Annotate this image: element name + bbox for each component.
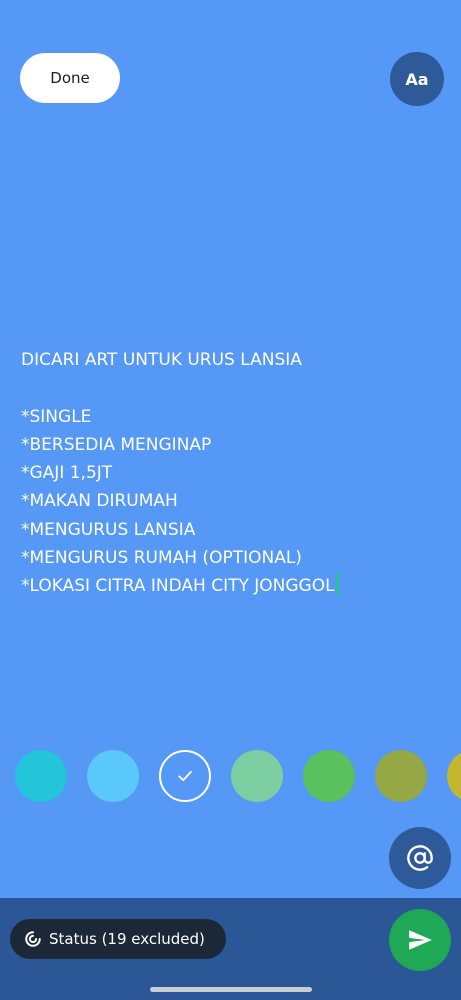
status-text-line: *MENGURUS LANSIA	[21, 519, 196, 540]
color-swatch[interactable]	[375, 750, 427, 802]
font-style-label: Aa	[405, 69, 429, 89]
send-arrow-icon	[409, 930, 432, 950]
color-swatch[interactable]	[447, 750, 461, 802]
color-swatch[interactable]	[303, 750, 355, 802]
at-sign-icon	[407, 845, 433, 871]
home-indicator	[150, 987, 312, 992]
audience-selector[interactable]: Status (19 excluded)	[10, 919, 226, 959]
status-ring-icon	[24, 930, 42, 948]
text-cursor	[335, 573, 338, 596]
color-swatch[interactable]	[159, 750, 211, 802]
font-style-button[interactable]: Aa	[390, 52, 444, 106]
done-button[interactable]: Done	[20, 53, 120, 103]
status-text-line: DICARI ART UNTUK URUS LANSIA	[21, 350, 302, 370]
bottom-bar: Status (19 excluded)	[0, 898, 461, 1000]
status-text-line: *BERSEDIA MENGINAP	[21, 434, 212, 455]
audience-label: Status (19 excluded)	[49, 930, 205, 948]
color-swatch[interactable]	[87, 750, 139, 802]
status-text-line: *MENGURUS RUMAH (OPTIONAL)	[21, 548, 302, 569]
status-text-line: *LOKASI CITRA INDAH CITY JONGGOL	[21, 576, 335, 597]
color-palette	[0, 749, 461, 803]
send-button[interactable]	[389, 909, 451, 971]
color-swatch[interactable]	[15, 750, 67, 802]
status-text-line: *MAKAN DIRUMAH	[21, 491, 178, 512]
check-icon	[178, 770, 192, 782]
status-text-editor[interactable]: DICARI ART UNTUK URUS LANSIA *SINGLE *BE…	[21, 346, 451, 601]
color-swatch[interactable]	[231, 750, 283, 802]
status-text-line: *SINGLE	[21, 406, 92, 427]
mention-button[interactable]	[389, 827, 451, 889]
status-text-line: *GAJI 1,5JT	[21, 463, 113, 484]
